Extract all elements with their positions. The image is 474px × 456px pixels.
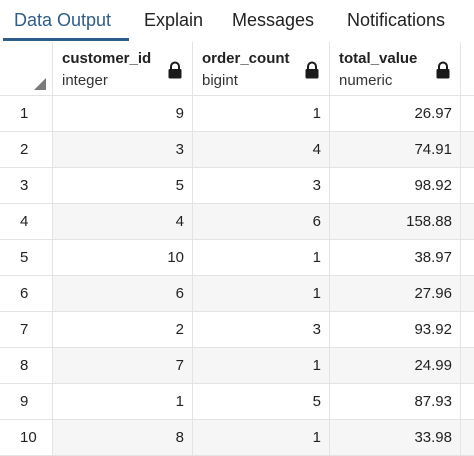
column-type: bigint <box>202 72 238 89</box>
result-tabs: Data Output Explain Messages Notificatio… <box>0 0 474 43</box>
data-grid: customer_id integer order_count bigint t… <box>0 42 474 456</box>
cell-filler <box>461 384 474 420</box>
row-number[interactable]: 5 <box>0 240 53 276</box>
cell-customer-id[interactable]: 3 <box>53 132 193 168</box>
cell-total-value[interactable]: 93.92 <box>330 312 461 348</box>
row-number[interactable]: 1 <box>0 96 53 132</box>
table-row[interactable]: 6 6 1 27.96 <box>0 276 474 312</box>
row-number[interactable]: 2 <box>0 132 53 168</box>
cell-filler <box>461 168 474 204</box>
column-name: order_count <box>202 50 290 67</box>
cell-customer-id[interactable]: 5 <box>53 168 193 204</box>
cell-order-count[interactable]: 3 <box>193 168 330 204</box>
cell-order-count[interactable]: 1 <box>193 96 330 132</box>
cell-filler <box>461 240 474 276</box>
cell-order-count[interactable]: 1 <box>193 348 330 384</box>
cell-filler <box>461 276 474 312</box>
lock-icon <box>168 61 182 79</box>
table-row[interactable]: 5 10 1 38.97 <box>0 240 474 276</box>
cell-order-count[interactable]: 6 <box>193 204 330 240</box>
cell-filler <box>461 348 474 384</box>
cell-order-count[interactable]: 4 <box>193 132 330 168</box>
row-number[interactable]: 10 <box>0 420 53 456</box>
select-all-triangle-icon <box>34 78 46 90</box>
cell-order-count[interactable]: 1 <box>193 240 330 276</box>
table-row[interactable]: 7 2 3 93.92 <box>0 312 474 348</box>
cell-total-value[interactable]: 158.88 <box>330 204 461 240</box>
column-name: total_value <box>339 50 418 67</box>
cell-order-count[interactable]: 1 <box>193 420 330 456</box>
column-type: numeric <box>339 72 393 89</box>
cell-order-count[interactable]: 1 <box>193 276 330 312</box>
cell-total-value[interactable]: 74.91 <box>330 132 461 168</box>
tab-data-output[interactable]: Data Output <box>14 0 111 40</box>
cell-order-count[interactable]: 3 <box>193 312 330 348</box>
cell-filler <box>461 204 474 240</box>
tab-explain[interactable]: Explain <box>144 0 203 40</box>
cell-order-count[interactable]: 5 <box>193 384 330 420</box>
lock-icon <box>305 61 319 79</box>
select-all-corner[interactable] <box>0 42 53 96</box>
column-header-order-count[interactable]: order_count bigint <box>193 42 330 96</box>
cell-filler <box>461 312 474 348</box>
lock-icon <box>436 61 450 79</box>
tab-notifications[interactable]: Notifications <box>347 0 445 40</box>
cell-customer-id[interactable]: 2 <box>53 312 193 348</box>
cell-total-value[interactable]: 27.96 <box>330 276 461 312</box>
cell-total-value[interactable]: 33.98 <box>330 420 461 456</box>
cell-customer-id[interactable]: 9 <box>53 96 193 132</box>
cell-customer-id[interactable]: 1 <box>53 384 193 420</box>
cell-total-value[interactable]: 26.97 <box>330 96 461 132</box>
cell-total-value[interactable]: 24.99 <box>330 348 461 384</box>
column-type: integer <box>62 72 108 89</box>
row-number[interactable]: 6 <box>0 276 53 312</box>
tab-messages[interactable]: Messages <box>232 0 314 40</box>
column-name: customer_id <box>62 50 152 67</box>
table-row[interactable]: 2 3 4 74.91 <box>0 132 474 168</box>
table-row[interactable]: 4 4 6 158.88 <box>0 204 474 240</box>
row-number[interactable]: 9 <box>0 384 53 420</box>
row-number[interactable]: 7 <box>0 312 53 348</box>
cell-customer-id[interactable]: 4 <box>53 204 193 240</box>
cell-customer-id[interactable]: 6 <box>53 276 193 312</box>
cell-total-value[interactable]: 38.97 <box>330 240 461 276</box>
grid-header: customer_id integer order_count bigint t… <box>0 42 474 96</box>
table-row[interactable]: 3 5 3 98.92 <box>0 168 474 204</box>
table-row[interactable]: 9 1 5 87.93 <box>0 384 474 420</box>
cell-filler <box>461 420 474 456</box>
cell-total-value[interactable]: 87.93 <box>330 384 461 420</box>
column-header-customer-id[interactable]: customer_id integer <box>53 42 193 96</box>
row-number[interactable]: 4 <box>0 204 53 240</box>
cell-total-value[interactable]: 98.92 <box>330 168 461 204</box>
cell-filler <box>461 132 474 168</box>
row-number[interactable]: 8 <box>0 348 53 384</box>
active-tab-indicator <box>3 38 129 41</box>
row-number[interactable]: 3 <box>0 168 53 204</box>
cell-customer-id[interactable]: 8 <box>53 420 193 456</box>
cell-customer-id[interactable]: 10 <box>53 240 193 276</box>
column-header-filler <box>461 42 474 96</box>
cell-filler <box>461 96 474 132</box>
column-header-total-value[interactable]: total_value numeric <box>330 42 461 96</box>
table-row[interactable]: 8 7 1 24.99 <box>0 348 474 384</box>
table-row[interactable]: 1 9 1 26.97 <box>0 96 474 132</box>
table-row[interactable]: 10 8 1 33.98 <box>0 420 474 456</box>
cell-customer-id[interactable]: 7 <box>53 348 193 384</box>
